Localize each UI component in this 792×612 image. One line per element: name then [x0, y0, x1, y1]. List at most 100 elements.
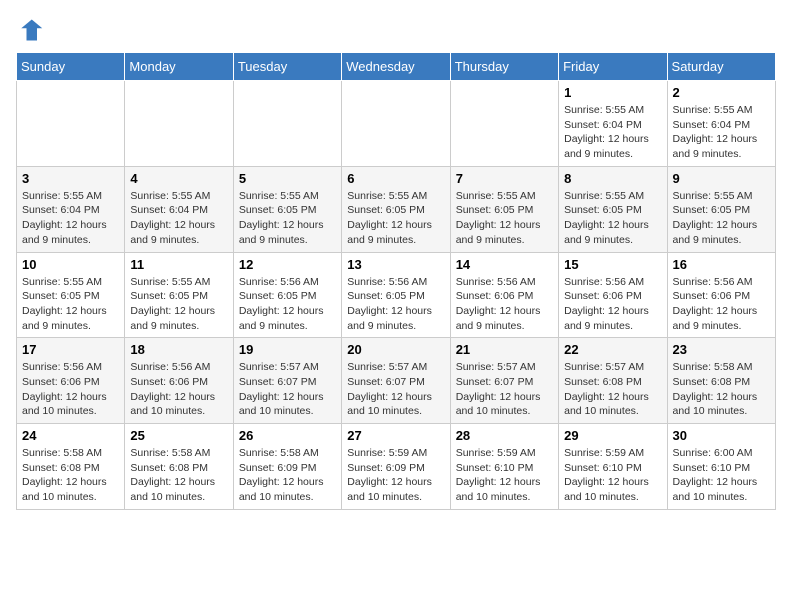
calendar-cell: 18 Sunrise: 5:56 AM Sunset: 6:06 PM Dayli… — [125, 338, 233, 424]
calendar-cell: 17 Sunrise: 5:56 AM Sunset: 6:06 PM Dayli… — [17, 338, 125, 424]
day-info: Sunrise: 5:55 AM Sunset: 6:04 PM Dayligh… — [22, 189, 119, 248]
calendar-cell: 8 Sunrise: 5:55 AM Sunset: 6:05 PM Daylig… — [559, 166, 667, 252]
logo-icon — [16, 16, 44, 44]
day-number: 26 — [239, 428, 336, 443]
calendar-cell — [342, 81, 450, 167]
day-info: Sunrise: 5:58 AM Sunset: 6:09 PM Dayligh… — [239, 446, 336, 505]
calendar-cell: 9 Sunrise: 5:55 AM Sunset: 6:05 PM Daylig… — [667, 166, 775, 252]
calendar-cell: 13 Sunrise: 5:56 AM Sunset: 6:05 PM Dayli… — [342, 252, 450, 338]
calendar-week-3: 10 Sunrise: 5:55 AM Sunset: 6:05 PM Dayli… — [17, 252, 776, 338]
day-info: Sunrise: 5:55 AM Sunset: 6:04 PM Dayligh… — [564, 103, 661, 162]
day-info: Sunrise: 5:55 AM Sunset: 6:04 PM Dayligh… — [130, 189, 227, 248]
calendar: SundayMondayTuesdayWednesdayThursdayFrid… — [16, 52, 776, 510]
calendar-header: SundayMondayTuesdayWednesdayThursdayFrid… — [17, 53, 776, 81]
calendar-cell: 20 Sunrise: 5:57 AM Sunset: 6:07 PM Dayli… — [342, 338, 450, 424]
calendar-week-5: 24 Sunrise: 5:58 AM Sunset: 6:08 PM Dayli… — [17, 424, 776, 510]
calendar-cell — [450, 81, 558, 167]
day-number: 8 — [564, 171, 661, 186]
weekday-header-wednesday: Wednesday — [342, 53, 450, 81]
day-number: 18 — [130, 342, 227, 357]
day-number: 13 — [347, 257, 444, 272]
weekday-header-friday: Friday — [559, 53, 667, 81]
day-info: Sunrise: 5:56 AM Sunset: 6:05 PM Dayligh… — [347, 275, 444, 334]
day-number: 3 — [22, 171, 119, 186]
calendar-cell: 30Sunrise: 6:00 AM Sunset: 6:10 PM Dayli… — [667, 424, 775, 510]
page-header — [16, 16, 776, 44]
day-info: Sunrise: 5:55 AM Sunset: 6:05 PM Dayligh… — [130, 275, 227, 334]
day-info: Sunrise: 5:55 AM Sunset: 6:05 PM Dayligh… — [564, 189, 661, 248]
day-info: Sunrise: 5:55 AM Sunset: 6:05 PM Dayligh… — [673, 189, 770, 248]
day-number: 22 — [564, 342, 661, 357]
calendar-week-2: 3 Sunrise: 5:55 AM Sunset: 6:04 PM Daylig… — [17, 166, 776, 252]
calendar-cell: 12 Sunrise: 5:56 AM Sunset: 6:05 PM Dayli… — [233, 252, 341, 338]
day-number: 10 — [22, 257, 119, 272]
day-number: 28 — [456, 428, 553, 443]
calendar-body: 1 Sunrise: 5:55 AM Sunset: 6:04 PM Daylig… — [17, 81, 776, 510]
calendar-cell: 3 Sunrise: 5:55 AM Sunset: 6:04 PM Daylig… — [17, 166, 125, 252]
calendar-week-1: 1 Sunrise: 5:55 AM Sunset: 6:04 PM Daylig… — [17, 81, 776, 167]
calendar-cell: 14Sunrise: 5:56 AM Sunset: 6:06 PM Dayli… — [450, 252, 558, 338]
day-info: Sunrise: 5:56 AM Sunset: 6:06 PM Dayligh… — [130, 360, 227, 419]
day-info: Sunrise: 5:56 AM Sunset: 6:06 PM Dayligh… — [22, 360, 119, 419]
day-number: 20 — [347, 342, 444, 357]
calendar-cell — [17, 81, 125, 167]
weekday-header-saturday: Saturday — [667, 53, 775, 81]
day-info: Sunrise: 5:59 AM Sunset: 6:10 PM Dayligh… — [456, 446, 553, 505]
day-number: 2 — [673, 85, 770, 100]
day-info: Sunrise: 5:56 AM Sunset: 6:06 PM Dayligh… — [456, 275, 553, 334]
calendar-cell: 21Sunrise: 5:57 AM Sunset: 6:07 PM Dayli… — [450, 338, 558, 424]
day-info: Sunrise: 5:56 AM Sunset: 6:05 PM Dayligh… — [239, 275, 336, 334]
calendar-cell: 6 Sunrise: 5:55 AM Sunset: 6:05 PM Daylig… — [342, 166, 450, 252]
calendar-cell: 1 Sunrise: 5:55 AM Sunset: 6:04 PM Daylig… — [559, 81, 667, 167]
weekday-header-row: SundayMondayTuesdayWednesdayThursdayFrid… — [17, 53, 776, 81]
weekday-header-monday: Monday — [125, 53, 233, 81]
weekday-header-tuesday: Tuesday — [233, 53, 341, 81]
calendar-cell: 15 Sunrise: 5:56 AM Sunset: 6:06 PM Dayli… — [559, 252, 667, 338]
day-number: 1 — [564, 85, 661, 100]
calendar-cell — [233, 81, 341, 167]
day-info: Sunrise: 5:55 AM Sunset: 6:05 PM Dayligh… — [347, 189, 444, 248]
day-info: Sunrise: 5:57 AM Sunset: 6:07 PM Dayligh… — [347, 360, 444, 419]
logo — [16, 16, 48, 44]
calendar-cell: 2 Sunrise: 5:55 AM Sunset: 6:04 PM Daylig… — [667, 81, 775, 167]
day-number: 17 — [22, 342, 119, 357]
day-number: 4 — [130, 171, 227, 186]
day-info: Sunrise: 5:56 AM Sunset: 6:06 PM Dayligh… — [673, 275, 770, 334]
calendar-week-4: 17 Sunrise: 5:56 AM Sunset: 6:06 PM Dayli… — [17, 338, 776, 424]
calendar-cell: 22 Sunrise: 5:57 AM Sunset: 6:08 PM Dayli… — [559, 338, 667, 424]
calendar-cell: 28 Sunrise: 5:59 AM Sunset: 6:10 PM Dayli… — [450, 424, 558, 510]
day-number: 24 — [22, 428, 119, 443]
day-number: 29 — [564, 428, 661, 443]
calendar-cell: 25Sunrise: 5:58 AM Sunset: 6:08 PM Dayli… — [125, 424, 233, 510]
day-info: Sunrise: 5:57 AM Sunset: 6:07 PM Dayligh… — [239, 360, 336, 419]
day-number: 6 — [347, 171, 444, 186]
day-number: 12 — [239, 257, 336, 272]
day-info: Sunrise: 5:58 AM Sunset: 6:08 PM Dayligh… — [673, 360, 770, 419]
day-info: Sunrise: 5:55 AM Sunset: 6:05 PM Dayligh… — [239, 189, 336, 248]
calendar-cell: 7Sunrise: 5:55 AM Sunset: 6:05 PM Daylig… — [450, 166, 558, 252]
calendar-cell: 24 Sunrise: 5:58 AM Sunset: 6:08 PM Dayli… — [17, 424, 125, 510]
day-number: 21 — [456, 342, 553, 357]
day-info: Sunrise: 5:59 AM Sunset: 6:09 PM Dayligh… — [347, 446, 444, 505]
day-info: Sunrise: 5:55 AM Sunset: 6:04 PM Dayligh… — [673, 103, 770, 162]
day-number: 15 — [564, 257, 661, 272]
calendar-cell: 23 Sunrise: 5:58 AM Sunset: 6:08 PM Dayli… — [667, 338, 775, 424]
weekday-header-sunday: Sunday — [17, 53, 125, 81]
weekday-header-thursday: Thursday — [450, 53, 558, 81]
day-info: Sunrise: 5:56 AM Sunset: 6:06 PM Dayligh… — [564, 275, 661, 334]
day-info: Sunrise: 6:00 AM Sunset: 6:10 PM Dayligh… — [673, 446, 770, 505]
day-number: 9 — [673, 171, 770, 186]
day-number: 7 — [456, 171, 553, 186]
day-info: Sunrise: 5:55 AM Sunset: 6:05 PM Dayligh… — [22, 275, 119, 334]
calendar-cell: 4 Sunrise: 5:55 AM Sunset: 6:04 PM Daylig… — [125, 166, 233, 252]
day-number: 11 — [130, 257, 227, 272]
calendar-cell: 26 Sunrise: 5:58 AM Sunset: 6:09 PM Dayli… — [233, 424, 341, 510]
day-number: 23 — [673, 342, 770, 357]
day-info: Sunrise: 5:58 AM Sunset: 6:08 PM Dayligh… — [130, 446, 227, 505]
calendar-cell: 27Sunrise: 5:59 AM Sunset: 6:09 PM Dayli… — [342, 424, 450, 510]
day-info: Sunrise: 5:57 AM Sunset: 6:08 PM Dayligh… — [564, 360, 661, 419]
day-number: 16 — [673, 257, 770, 272]
day-info: Sunrise: 5:58 AM Sunset: 6:08 PM Dayligh… — [22, 446, 119, 505]
calendar-cell: 10 Sunrise: 5:55 AM Sunset: 6:05 PM Dayli… — [17, 252, 125, 338]
calendar-cell — [125, 81, 233, 167]
